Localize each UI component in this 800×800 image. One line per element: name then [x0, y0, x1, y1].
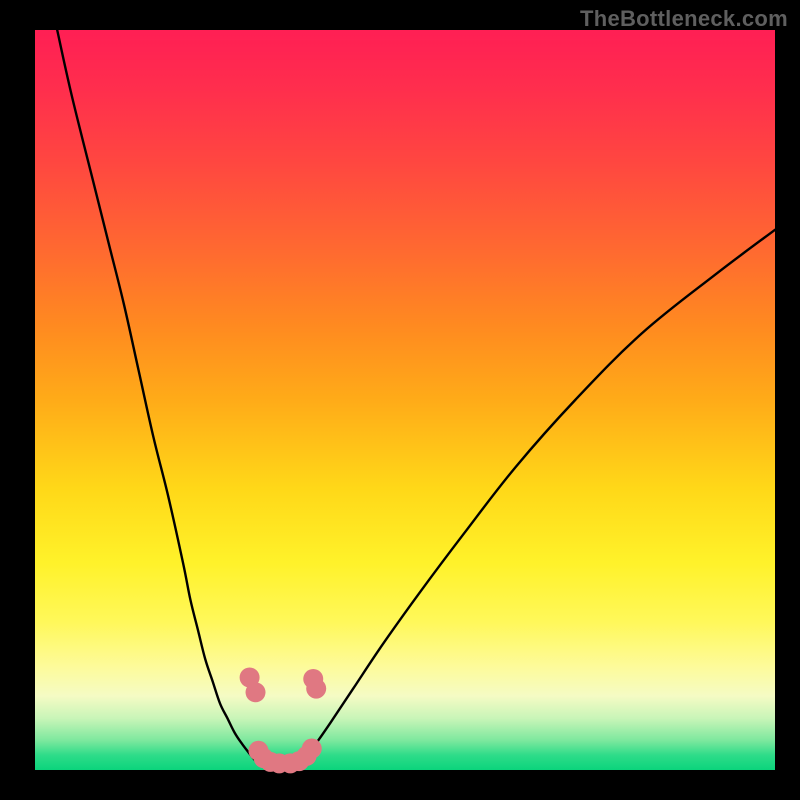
chart-svg: [0, 0, 800, 800]
marker-point: [246, 682, 266, 702]
marker-point: [306, 679, 326, 699]
curve-left-curve: [57, 30, 257, 763]
curve-layer: [57, 30, 775, 763]
marker-layer: [240, 668, 327, 774]
chart-frame: TheBottleneck.com: [0, 0, 800, 800]
marker-point: [302, 739, 322, 759]
curve-right-curve: [301, 230, 775, 763]
